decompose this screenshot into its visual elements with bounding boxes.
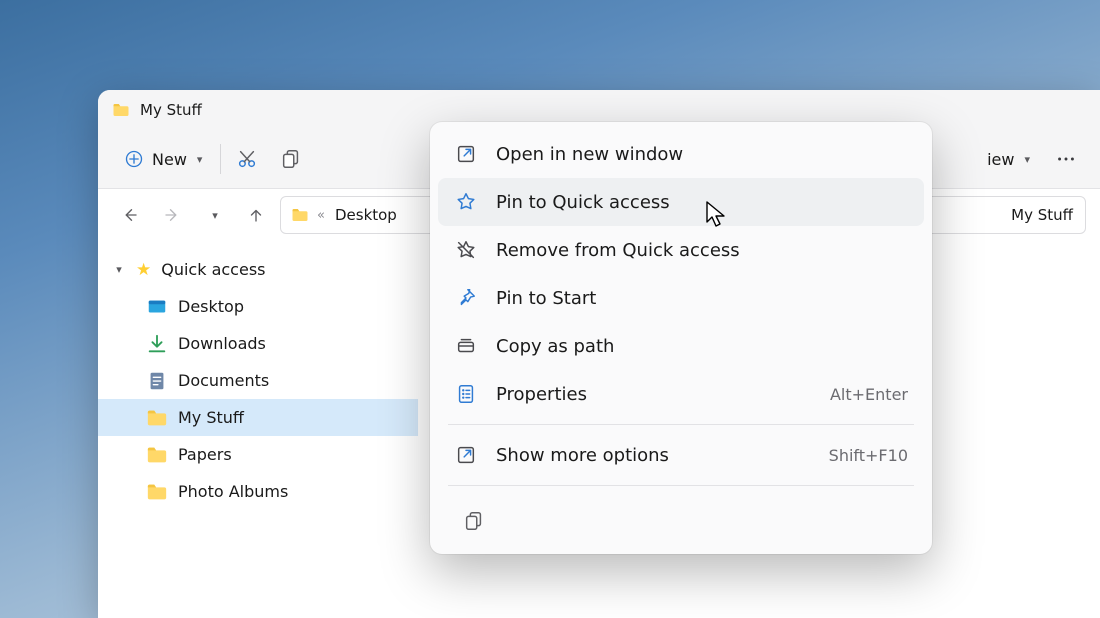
pin-star-icon	[454, 190, 478, 214]
properties-icon	[454, 382, 478, 406]
chevron-down-icon: ▾	[112, 263, 126, 276]
view-button[interactable]: iew ▾	[975, 144, 1042, 175]
desktop-icon	[146, 296, 168, 318]
folder-icon	[146, 407, 168, 429]
ctx-open-new-window[interactable]: Open in new window	[438, 130, 924, 178]
sidebar-item-documents[interactable]: Documents	[98, 362, 418, 399]
unpin-star-icon	[454, 238, 478, 262]
ctx-pin-quick-access[interactable]: Pin to Quick access	[438, 178, 924, 226]
breadcrumb-mystuff[interactable]: My Stuff	[1009, 206, 1075, 224]
context-menu: Open in new window Pin to Quick access R…	[430, 122, 932, 554]
breadcrumb-desktop[interactable]: Desktop	[333, 206, 399, 224]
ctx-remove-quick-access[interactable]: Remove from Quick access	[438, 226, 924, 274]
separator	[448, 485, 914, 486]
sidebar-item-mystuff[interactable]: My Stuff	[98, 399, 418, 436]
chevron-down-icon: ▾	[1024, 153, 1030, 166]
cut-button[interactable]	[227, 140, 267, 178]
window-title: My Stuff	[140, 101, 202, 119]
ctx-accelerator: Shift+F10	[829, 446, 908, 465]
open-new-window-icon	[454, 142, 478, 166]
sidebar-item-label: My Stuff	[178, 408, 244, 427]
ctx-accelerator: Alt+Enter	[830, 385, 908, 404]
chevron-down-icon: ▾	[197, 153, 203, 166]
more-button[interactable]	[1046, 140, 1086, 178]
recent-dropdown[interactable]: ▾	[196, 197, 232, 233]
up-button[interactable]	[238, 197, 274, 233]
breadcrumb-sep: «	[317, 208, 325, 223]
ctx-properties[interactable]: Properties Alt+Enter	[438, 370, 924, 418]
sidebar-item-desktop[interactable]: Desktop	[98, 288, 418, 325]
ctx-label: Properties	[496, 384, 812, 405]
copy-button[interactable]	[454, 502, 494, 540]
separator	[220, 144, 221, 174]
copy-button[interactable]	[271, 140, 311, 178]
sidebar-item-photo-albums[interactable]: Photo Albums	[98, 473, 418, 510]
pin-icon	[454, 286, 478, 310]
sidebar-item-quick-access[interactable]: ▾ ★ Quick access	[98, 251, 418, 288]
sidebar-item-label: Papers	[178, 445, 232, 464]
sidebar-item-label: Quick access	[161, 260, 265, 279]
ctx-label: Remove from Quick access	[496, 240, 908, 261]
ctx-action-strip	[438, 492, 924, 546]
folder-icon	[291, 206, 309, 224]
ctx-label: Copy as path	[496, 336, 908, 357]
forward-button[interactable]	[154, 197, 190, 233]
view-button-label: iew	[987, 150, 1014, 169]
ctx-label: Show more options	[496, 445, 811, 466]
sidebar-item-label: Desktop	[178, 297, 244, 316]
new-button-label: New	[152, 150, 187, 169]
show-more-icon	[454, 443, 478, 467]
ctx-copy-path[interactable]: Copy as path	[438, 322, 924, 370]
back-button[interactable]	[112, 197, 148, 233]
new-button[interactable]: New ▾	[112, 143, 214, 175]
sidebar-item-downloads[interactable]: Downloads	[98, 325, 418, 362]
ctx-label: Pin to Quick access	[496, 192, 908, 213]
ctx-label: Open in new window	[496, 144, 908, 165]
star-icon: ★	[136, 260, 151, 280]
folder-icon	[112, 101, 130, 119]
separator	[448, 424, 914, 425]
sidebar-item-label: Photo Albums	[178, 482, 288, 501]
copy-path-icon	[454, 334, 478, 358]
sidebar-item-label: Documents	[178, 371, 269, 390]
sidebar-item-papers[interactable]: Papers	[98, 436, 418, 473]
folder-icon	[146, 481, 168, 503]
sidebar: ▾ ★ Quick access Desktop Downloads	[98, 241, 418, 618]
sidebar-item-label: Downloads	[178, 334, 266, 353]
downloads-icon	[146, 333, 168, 355]
ctx-label: Pin to Start	[496, 288, 908, 309]
documents-icon	[146, 370, 168, 392]
folder-icon	[146, 444, 168, 466]
ctx-show-more[interactable]: Show more options Shift+F10	[438, 431, 924, 479]
ctx-pin-start[interactable]: Pin to Start	[438, 274, 924, 322]
